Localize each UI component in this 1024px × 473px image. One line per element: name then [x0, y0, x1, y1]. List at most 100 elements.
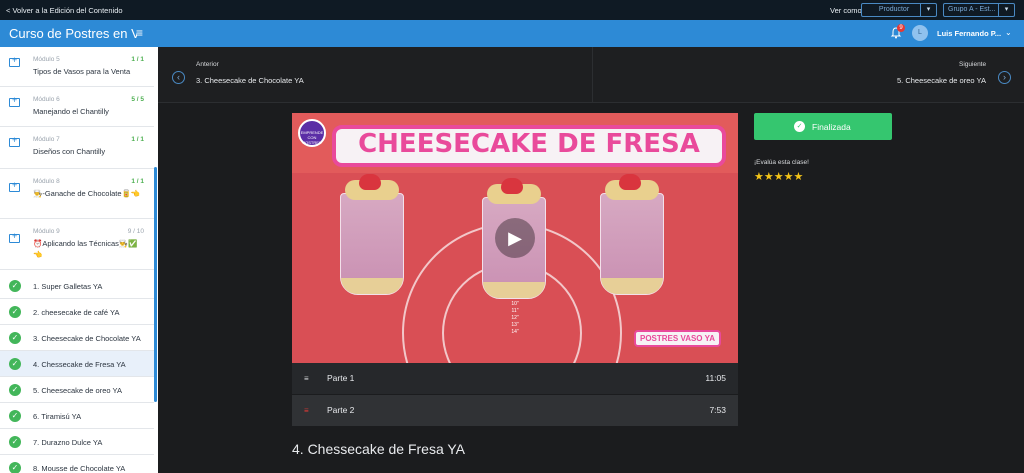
check-icon: ✓ [9, 410, 21, 422]
module-name: Módulo 5 [33, 56, 60, 63]
lesson-label: 3. Cheesecake de Chocolate YA [33, 334, 141, 343]
play-icon[interactable]: ▶ [495, 218, 535, 258]
module-name: Módulo 7 [33, 136, 60, 143]
view-as-label: Ver como [830, 6, 862, 15]
module-progress: 1 / 1 [131, 178, 144, 185]
module-title: ⏰Aplicando las Técnicas👨‍🍳✅👈 [33, 239, 138, 259]
lesson-item[interactable]: ✓ 2. cheesecake de café YA [0, 299, 154, 325]
strawberry [619, 174, 641, 190]
dessert-cup [340, 174, 404, 295]
lesson-item[interactable]: ✓ 1. Super Galletas YA [0, 273, 154, 299]
video-part-row[interactable]: ≡ Parte 1 11:05 [292, 363, 738, 394]
ruler-mark: 10" [511, 301, 519, 307]
notification-badge: 9 [897, 24, 905, 32]
finalized-button[interactable]: ✓ Finalizada [754, 113, 892, 140]
folder-icon [9, 180, 20, 192]
lesson-label: 2. cheesecake de café YA [33, 308, 120, 317]
check-icon: ✓ [9, 306, 21, 318]
cookie-base [341, 278, 403, 294]
cookie-base [601, 278, 663, 294]
mat-ruler: 10" 11" 12" 13" 14" [498, 301, 532, 336]
module-progress: 1 / 1 [131, 56, 144, 63]
part-duration: 11:05 [705, 373, 726, 383]
role-select-value: Productor [878, 6, 910, 13]
video-part-row[interactable]: ≡ Parte 2 7:53 [292, 395, 738, 426]
lesson-label: 1. Super Galletas YA [33, 282, 103, 291]
lesson-title: 4. Chessecake de Fresa YA [292, 441, 466, 457]
module-name: Módulo 6 [33, 96, 60, 103]
lesson-item[interactable]: ✓ 3. Cheesecake de Chocolate YA [0, 325, 154, 351]
chevron-down-icon[interactable]: ⌄ [1005, 28, 1012, 37]
module-item[interactable]: Módulo 8 1 / 1 👨‍🍳-Ganache de Chocolate🥫… [0, 169, 154, 219]
playlist-icon: ≡ [304, 406, 309, 415]
lesson-item[interactable]: ✓ 6. Tiramisú YA [0, 403, 154, 429]
module-title: Manejando el Chantilly [33, 107, 109, 116]
video-tag: POSTRES VASO YA [634, 330, 721, 347]
folder-icon [9, 231, 20, 243]
module-name: Módulo 9 [33, 228, 60, 235]
user-name[interactable]: Luis Fernando P... [937, 29, 1001, 38]
check-icon: ✓ [9, 358, 21, 370]
chevron-left-icon[interactable]: ‹ [172, 71, 185, 84]
ruler-mark: 14" [511, 329, 519, 335]
video-banner-text: CHEESECAKE DE FRESA [358, 129, 700, 159]
lesson-label: 6. Tiramisú YA [33, 412, 82, 421]
lesson-item[interactable]: ✓ 8. Mousse de Chocolate YA [0, 455, 154, 473]
sidebar-scrollbar[interactable] [154, 167, 157, 402]
check-icon: ✓ [9, 462, 21, 473]
check-icon: ✓ [794, 121, 805, 132]
course-sidebar: Módulo 5 1 / 1 Tipos de Vasos para la Ve… [0, 47, 158, 473]
lesson-item[interactable]: ✓ 7. Durazno Dulce YA [0, 429, 154, 455]
module-item[interactable]: Módulo 5 1 / 1 Tipos de Vasos para la Ve… [0, 47, 154, 87]
back-to-edit-link[interactable]: < Volver a la Edición del Contenido [6, 6, 123, 15]
ruler-mark: 13" [511, 322, 519, 328]
rate-prompt: ¡Evalúa esta clase! [754, 159, 809, 166]
lesson-item[interactable]: ✓ 5. Cheesecake de oreo YA [0, 377, 154, 403]
star-rating[interactable]: ★★★★★ [754, 170, 803, 183]
module-name: Módulo 8 [33, 178, 60, 185]
previous-label: Anterior [196, 61, 219, 68]
module-item[interactable]: Módulo 6 5 / 5 Manejando el Chantilly [0, 87, 154, 127]
part-label: Parte 1 [327, 373, 355, 383]
module-progress: 1 / 1 [131, 136, 144, 143]
finalized-label: Finalizada [812, 122, 851, 132]
part-label: Parte 2 [327, 405, 355, 415]
strawberry [501, 178, 523, 194]
ruler-mark: 11" [511, 308, 519, 314]
folder-icon [9, 55, 20, 67]
menu-icon[interactable]: ≡ [136, 26, 143, 40]
folder-icon [9, 135, 20, 147]
check-icon: ✓ [9, 384, 21, 396]
next-label: Siguiente [959, 61, 987, 68]
playlist-icon: ≡ [304, 374, 309, 383]
ruler-mark: 12" [511, 315, 519, 321]
cookie-base [483, 282, 545, 298]
group-select-value: Grupo A - Est... [948, 6, 996, 13]
module-progress: 5 / 5 [131, 96, 144, 103]
chevron-right-icon[interactable]: › [998, 71, 1011, 84]
lesson-label: 4. Chessecake de Fresa YA [33, 360, 126, 369]
avatar[interactable]: L [912, 25, 928, 41]
chevron-down-icon: ▾ [920, 4, 936, 16]
lesson-label: 5. Cheesecake de oreo YA [33, 386, 122, 395]
role-select[interactable]: Productor ▾ [861, 3, 937, 17]
module-item[interactable]: Módulo 9 9 / 10 ⏰Aplicando las Técnicas👨… [0, 219, 154, 270]
chevron-down-icon: ▾ [998, 4, 1014, 16]
previous-lesson-link[interactable]: 3. Cheesecake de Chocolate YA [196, 76, 304, 85]
next-lesson-link[interactable]: 5. Cheesecake de oreo YA [897, 76, 986, 85]
lesson-label: 7. Durazno Dulce YA [33, 438, 103, 447]
dessert-cup [600, 174, 664, 295]
course-title: Curso de Postres en Vaso [9, 26, 137, 41]
strawberry [359, 174, 381, 190]
lesson-item-active[interactable]: ✓ 4. Chessecake de Fresa YA [0, 351, 154, 377]
module-progress: 9 / 10 [127, 228, 144, 235]
module-title: Tipos de Vasos para la Venta [33, 67, 131, 76]
folder-icon [9, 95, 20, 107]
module-title: 👨‍🍳-Ganache de Chocolate🥫👈 [33, 189, 141, 198]
check-icon: ✓ [9, 280, 21, 292]
part-duration: 7:53 [709, 405, 726, 415]
video-player[interactable]: CHEESECAKE DE FRESA EMPRENDE CON POSTRES… [292, 113, 738, 363]
module-item[interactable]: Módulo 7 1 / 1 Diseños con Chantilly [0, 127, 154, 169]
lesson-navigation: ‹ Anterior 3. Cheesecake de Chocolate YA… [158, 47, 1024, 103]
group-select[interactable]: Grupo A - Est... ▾ [943, 3, 1015, 17]
